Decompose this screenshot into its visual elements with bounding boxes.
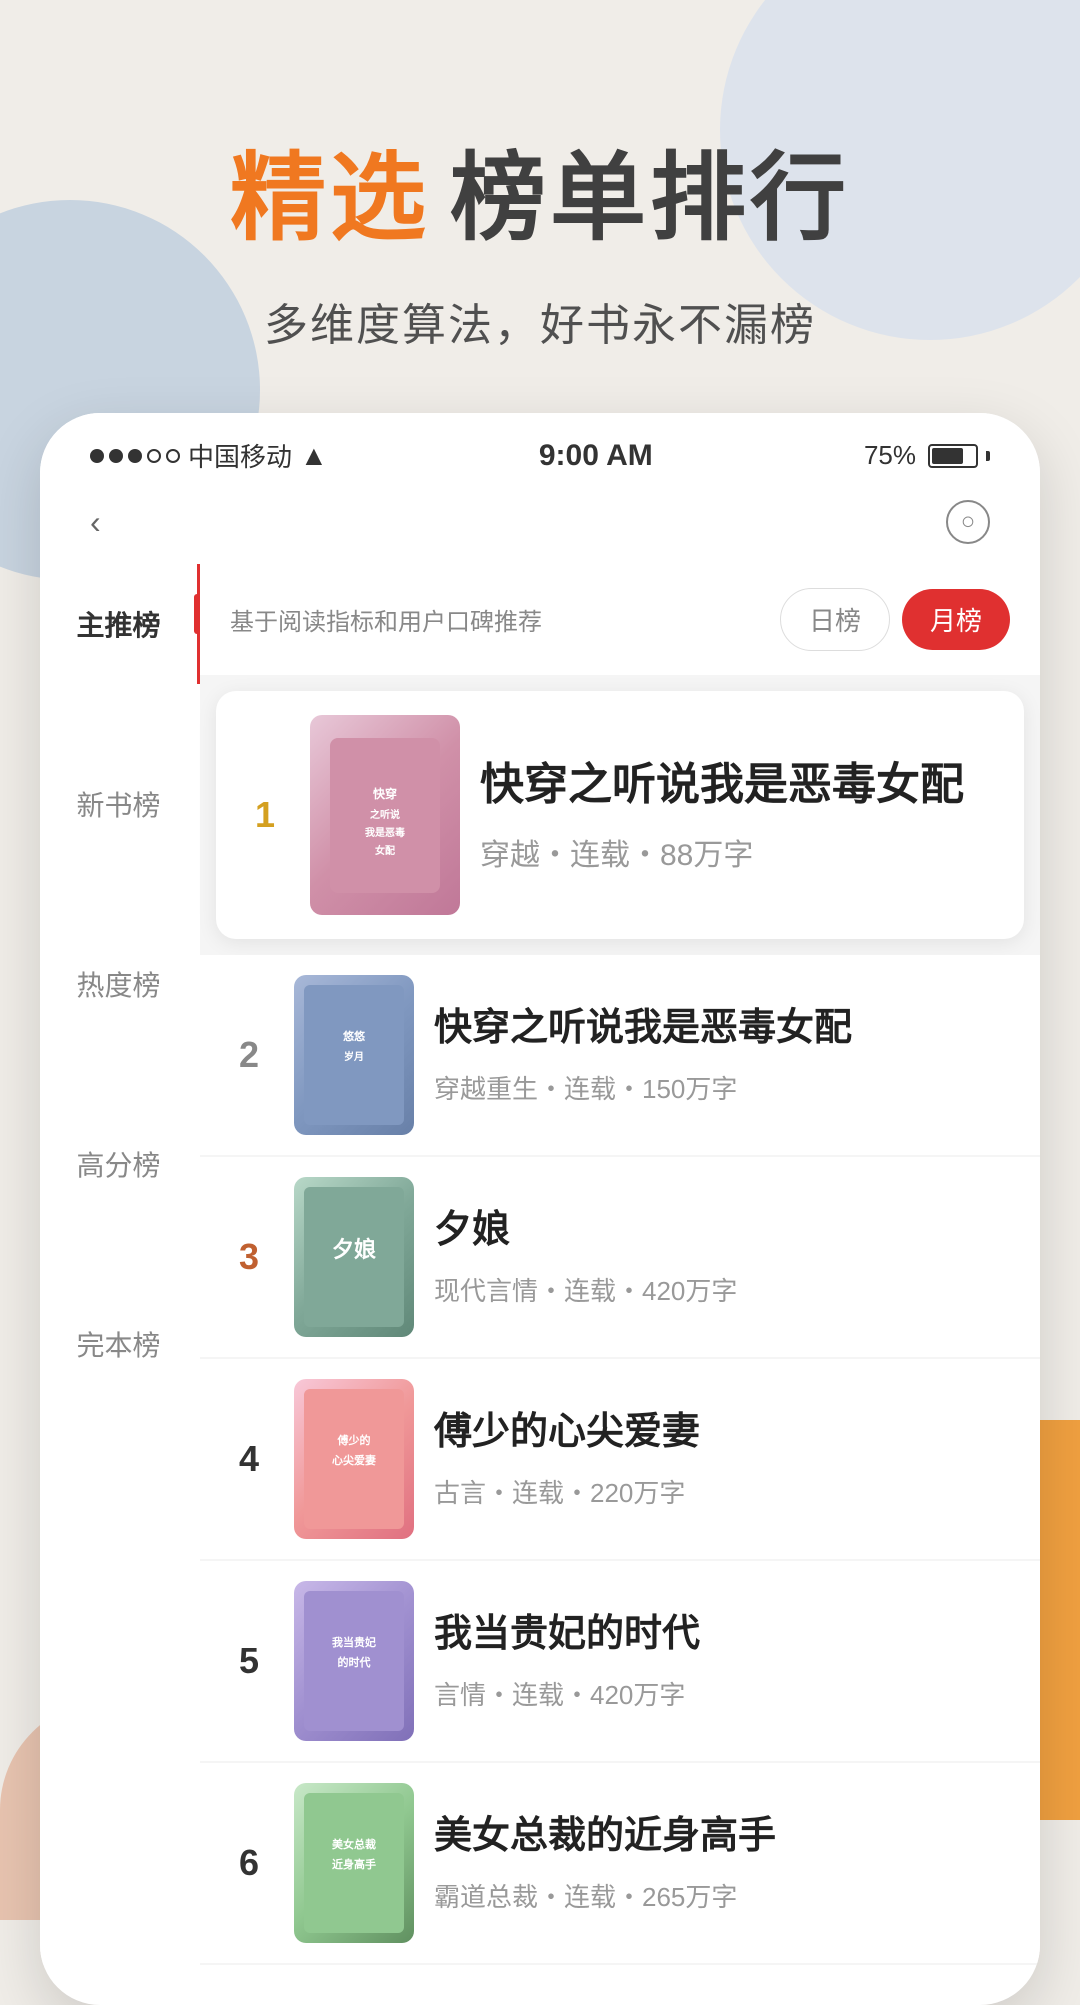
phone-mockup: 中国移动 ▲ 9:00 AM 75% ‹ ○ 主推榜 新书榜 <box>40 413 1040 2005</box>
book-item-4[interactable]: 4 傅少的 心尖爱妻 傅少的心尖爱妻 古言・连载・220万字 <box>200 1359 1040 1559</box>
title-orange: 精选 <box>230 120 430 259</box>
status-bar: 中国移动 ▲ 9:00 AM 75% <box>40 413 1040 490</box>
book-cover-2: 悠悠 岁月 <box>294 975 414 1135</box>
search-button[interactable]: ○ <box>946 500 990 544</box>
book-cover-1: 快穿 之听说 我是恶毒 女配 <box>310 715 460 915</box>
book-cover-4: 傅少的 心尖爱妻 <box>294 1379 414 1539</box>
title-dark: 榜单排行 <box>450 120 850 259</box>
sidebar-item-main[interactable]: 主推榜 <box>40 564 200 684</box>
book-info-3: 夕娘 现代言情・连载・420万字 <box>434 1206 1016 1308</box>
back-button[interactable]: ‹ <box>90 504 101 541</box>
book-title-6: 美女总裁的近身高手 <box>434 1812 1016 1861</box>
battery-tip <box>986 451 990 461</box>
rank-number-5: 5 <box>224 1640 274 1682</box>
book-meta-2: 穿越重生・连载・150万字 <box>434 1069 1016 1106</box>
book-cover-5: 我当贵妃 的时代 <box>294 1581 414 1741</box>
wifi-icon: ▲ <box>300 440 328 472</box>
svg-text:快穿: 快穿 <box>373 786 397 801</box>
rank-number-2: 2 <box>224 1034 274 1076</box>
signal-dot-1 <box>90 449 104 463</box>
header-section: 精选 榜单排行 多维度算法，好书永不漏榜 <box>0 0 1080 413</box>
signal-dots <box>90 449 180 463</box>
sidebar-item-new[interactable]: 新书榜 <box>40 744 200 864</box>
svg-text:我是恶毒: 我是恶毒 <box>365 826 405 839</box>
svg-text:美女总裁: 美女总裁 <box>332 1837 376 1851</box>
top-bar-description: 基于阅读指标和用户口碑推荐 <box>230 602 542 637</box>
battery-box <box>928 444 978 468</box>
book-meta-5: 言情・连载・420万字 <box>434 1675 1016 1712</box>
subtitle: 多维度算法，好书永不漏榜 <box>80 289 1000 353</box>
tab-daily[interactable]: 日榜 <box>780 588 890 651</box>
signal-dot-3 <box>128 449 142 463</box>
book-info-6: 美女总裁的近身高手 霸道总裁・连载・265万字 <box>434 1812 1016 1914</box>
sidebar-item-score[interactable]: 高分榜 <box>40 1104 200 1224</box>
book-cover-3: 夕娘 <box>294 1177 414 1337</box>
book-item-featured[interactable]: 1 快穿 之听说 我是恶毒 女配 快穿之听说我是恶毒女配 穿越・连载・88万字 <box>216 691 1024 939</box>
battery-percent: 75% <box>864 440 916 471</box>
book-info-2: 快穿之听说我是恶毒女配 穿越重生・连载・150万字 <box>434 1004 1016 1106</box>
rank-number-3: 3 <box>224 1236 274 1278</box>
book-item-6[interactable]: 6 美女总裁 近身高手 美女总裁的近身高手 霸道总裁・连载・265万字 <box>200 1763 1040 1963</box>
rank-number-6: 6 <box>224 1842 274 1884</box>
book-title-5: 我当贵妃的时代 <box>434 1610 1016 1659</box>
rank-number-1: 1 <box>240 794 290 836</box>
top-bar: 基于阅读指标和用户口碑推荐 日榜 月榜 <box>200 564 1040 675</box>
book-info-1: 快穿之听说我是恶毒女配 穿越・连载・88万字 <box>480 756 1000 873</box>
signal-dot-5 <box>166 449 180 463</box>
svg-text:岁月: 岁月 <box>344 1050 364 1063</box>
sidebar-item-hot[interactable]: 热度榜 <box>40 924 200 1044</box>
book-meta-4: 古言・连载・220万字 <box>434 1473 1016 1510</box>
status-left: 中国移动 ▲ <box>90 437 328 474</box>
svg-text:的时代: 的时代 <box>338 1655 371 1669</box>
book-meta-3: 现代言情・连载・420万字 <box>434 1271 1016 1308</box>
sidebar-item-complete[interactable]: 完本榜 <box>40 1284 200 1404</box>
book-info-5: 我当贵妃的时代 言情・连载・420万字 <box>434 1610 1016 1712</box>
book-meta-1: 穿越・连载・88万字 <box>480 830 1000 874</box>
book-title-1: 快穿之听说我是恶毒女配 <box>480 756 1000 813</box>
book-item-3[interactable]: 3 夕娘 夕娘 现代言情・连载・420万字 <box>200 1157 1040 1357</box>
book-title-4: 傅少的心尖爱妻 <box>434 1408 1016 1457</box>
book-title-2: 快穿之听说我是恶毒女配 <box>434 1004 1016 1053</box>
signal-dot-2 <box>109 449 123 463</box>
status-right: 75% <box>864 440 990 471</box>
svg-text:近身高手: 近身高手 <box>332 1857 376 1871</box>
svg-text:我当贵妃: 我当贵妃 <box>332 1635 376 1649</box>
svg-text:傅少的: 傅少的 <box>337 1433 371 1447</box>
book-title-3: 夕娘 <box>434 1206 1016 1255</box>
battery-fill <box>932 448 964 464</box>
book-info-4: 傅少的心尖爱妻 古言・连载・220万字 <box>434 1408 1016 1510</box>
book-item-5[interactable]: 5 我当贵妃 的时代 我当贵妃的时代 言情・连载・420万字 <box>200 1561 1040 1761</box>
book-meta-6: 霸道总裁・连载・265万字 <box>434 1877 1016 1914</box>
svg-text:悠悠: 悠悠 <box>342 1029 366 1043</box>
svg-text:之听说: 之听说 <box>370 808 400 821</box>
book-item-2[interactable]: 2 悠悠 岁月 快穿之听说我是恶毒女配 穿越重生・连载・150万字 <box>200 955 1040 1155</box>
content-area: 主推榜 新书榜 热度榜 高分榜 完本榜 基于阅读指标和用户口碑推荐 日榜 <box>40 564 1040 1965</box>
book-cover-6: 美女总裁 近身高手 <box>294 1783 414 1943</box>
tab-group: 日榜 月榜 <box>780 588 1010 651</box>
nav-bar: ‹ ○ <box>40 490 1040 564</box>
header-title-row: 精选 榜单排行 <box>80 120 1000 259</box>
svg-text:心尖爱妻: 心尖爱妻 <box>332 1453 376 1467</box>
rank-number-4: 4 <box>224 1438 274 1480</box>
svg-text:夕娘: 夕娘 <box>332 1237 376 1262</box>
battery-icon <box>928 444 990 468</box>
carrier-name: 中国移动 <box>188 437 292 474</box>
svg-text:女配: 女配 <box>375 844 395 857</box>
status-time: 9:00 AM <box>539 439 653 473</box>
sidebar: 主推榜 新书榜 热度榜 高分榜 完本榜 <box>40 564 200 1965</box>
signal-dot-4 <box>147 449 161 463</box>
tab-monthly[interactable]: 月榜 <box>902 589 1010 650</box>
main-list: 基于阅读指标和用户口碑推荐 日榜 月榜 1 快穿 之听说 我是恶毒 女配 <box>200 564 1040 1965</box>
